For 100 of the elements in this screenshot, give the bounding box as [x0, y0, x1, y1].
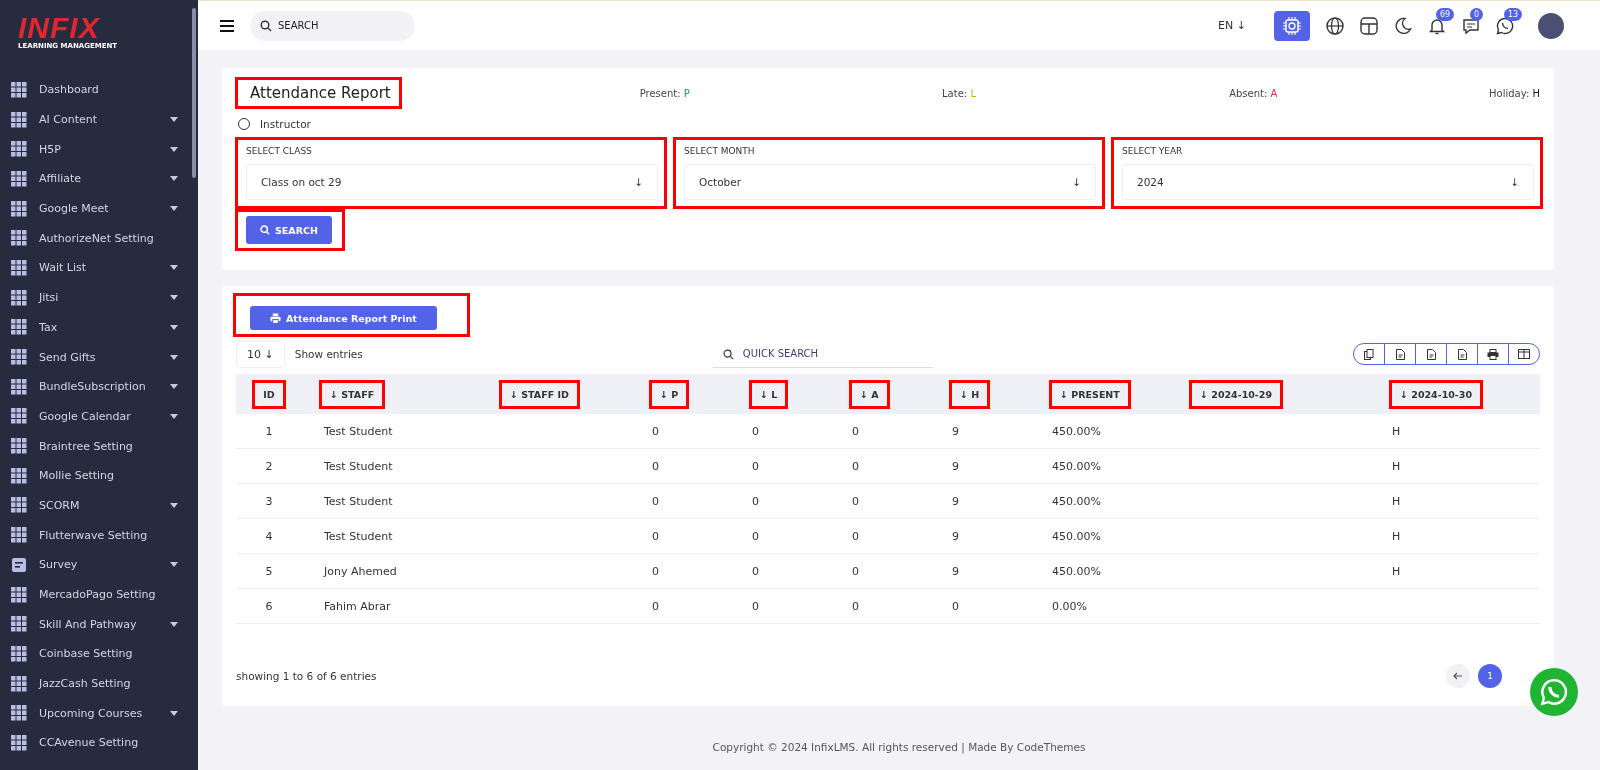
bell-icon[interactable]	[1428, 16, 1446, 35]
grid-icon	[11, 586, 27, 603]
column-header[interactable]: ↓ H	[952, 382, 988, 406]
caret-icon	[170, 354, 178, 360]
chat-icon[interactable]	[1462, 16, 1480, 35]
table-cell: 450.00%	[1052, 564, 1101, 578]
table-cell: Jony Ahemed	[324, 564, 397, 578]
page-button[interactable]: 1	[1478, 664, 1502, 688]
table-cell: 9	[952, 564, 959, 578]
dropdown-field[interactable]: 2024 ↓	[1122, 164, 1534, 200]
grid-icon	[11, 200, 27, 217]
table-cell: 6	[265, 599, 273, 613]
search-button[interactable]: SEARCH	[246, 216, 332, 244]
table-cell: 0	[752, 599, 759, 613]
caret-icon	[170, 295, 178, 301]
select-label: SELECT CLASS	[246, 146, 313, 156]
sidebar-item[interactable]: Flutterwave Setting	[0, 520, 198, 550]
column-header[interactable]: ↓ STAFF	[322, 382, 383, 406]
caret-icon	[170, 413, 178, 419]
table-cell: 2	[265, 459, 273, 473]
dropdown-field[interactable]: October ↓	[684, 164, 1096, 200]
show-entries-label: Show entries	[294, 348, 363, 360]
search-field[interactable]: SEARCH	[250, 10, 415, 41]
globe-icon[interactable]	[1326, 16, 1344, 35]
table-cell: 0	[752, 424, 759, 438]
sidebar-item[interactable]: BundleSubscription	[0, 371, 198, 402]
legend-label: Absent:	[1229, 87, 1269, 99]
sidebar-item[interactable]: Mollie Setting	[0, 460, 198, 491]
count-badge: 69	[1436, 7, 1455, 21]
column-header[interactable]: ↓ PRESENT	[1052, 382, 1128, 406]
grid-icon	[11, 170, 27, 187]
caret-icon	[170, 146, 178, 152]
table-cell: H	[1392, 494, 1401, 508]
sidebar-item[interactable]: MercadoPago Setting	[0, 579, 198, 610]
table-cell: Test Student	[324, 459, 393, 473]
chat-bubble-button[interactable]	[1530, 668, 1578, 716]
column-header[interactable]: ↓ 2024-10-29	[1192, 382, 1281, 406]
caret-icon	[170, 710, 178, 716]
legend-label: Present:	[639, 87, 682, 99]
grid-icon	[11, 349, 27, 366]
dropdown-field[interactable]: Class on oct 29 ↓	[246, 164, 658, 200]
grid-icon	[11, 497, 27, 514]
table-cell: Test Student	[324, 424, 393, 438]
sidebar-item[interactable]: Wait List	[0, 253, 198, 283]
column-header[interactable]: ↓ A	[852, 382, 887, 406]
table-cell: 0	[852, 459, 859, 473]
sidebar-item[interactable]: Jitsi	[0, 282, 198, 313]
table-cell: H	[1392, 529, 1401, 543]
grid-icon	[11, 230, 27, 247]
sidebar-item[interactable]: Tax	[0, 312, 198, 343]
table-cell: 0	[852, 564, 859, 578]
sidebar-item[interactable]: Dashboard	[0, 75, 198, 105]
grid-icon	[11, 438, 27, 455]
count-badge: 13	[1504, 7, 1523, 21]
menu-icon[interactable]	[220, 19, 234, 32]
avatar[interactable]	[1538, 12, 1564, 39]
caret-icon	[170, 621, 178, 627]
sidebar-item[interactable]: SCORM	[0, 490, 198, 521]
table-cell: 0.00%	[1052, 599, 1087, 613]
moon-icon[interactable]	[1394, 16, 1412, 35]
grid-icon	[11, 527, 27, 544]
sidebar-item[interactable]: AuthorizeNet Setting	[0, 223, 198, 254]
sidebar-item[interactable]: H5P	[0, 134, 198, 165]
sidebar-item[interactable]: Skill And Pathway	[0, 609, 198, 640]
sidebar-item[interactable]: Braintree Setting	[0, 431, 198, 461]
sidebar-item[interactable]: Send Gifts	[0, 342, 198, 372]
chip-icon[interactable]	[1274, 10, 1310, 41]
phone-bubble-icon[interactable]	[1496, 16, 1514, 35]
previous-page-icon[interactable]	[1446, 664, 1470, 688]
page-size-select[interactable]: 10 ↓	[236, 340, 285, 368]
sidebar-item[interactable]: Upcoming Courses	[0, 698, 198, 729]
sidebar-item[interactable]: CCAvenue Setting	[0, 728, 198, 758]
language-selector[interactable]: EN ↓	[1218, 19, 1246, 32]
column-header[interactable]: ↓ P	[652, 382, 687, 406]
sidebar-item[interactable]: Survey	[0, 550, 198, 580]
grid-icon	[11, 645, 27, 662]
sidebar-item[interactable]: JazzCash Setting	[0, 668, 198, 699]
print-button[interactable]: Attendance Report Print	[250, 306, 437, 330]
column-header[interactable]: ↓ L	[752, 382, 786, 406]
table-cell: 1	[265, 424, 273, 438]
table-cell: 0	[852, 494, 859, 508]
table-cell: 0	[952, 599, 959, 613]
table-cell: 0	[652, 599, 659, 613]
layout-icon[interactable]	[1360, 16, 1378, 35]
grid-icon	[11, 319, 27, 336]
sidebar-item[interactable]: Google Calendar	[0, 401, 198, 432]
table-cell: 0	[652, 529, 659, 543]
column-header[interactable]: ↓ 2024-10-30	[1392, 382, 1481, 406]
table-cell: 9	[952, 529, 959, 543]
grid-icon	[11, 81, 27, 98]
column-header[interactable]: ↓ STAFF ID	[502, 382, 577, 406]
sidebar-item[interactable]: Affiliate	[0, 164, 198, 194]
legend-label: Late:	[942, 87, 969, 99]
sidebar-item[interactable]: Coinbase Setting	[0, 639, 198, 669]
column-header[interactable]: ID	[255, 382, 283, 406]
sidebar-item[interactable]: Google Meet	[0, 193, 198, 224]
table-cell: Test Student	[324, 494, 393, 508]
select-label: SELECT MONTH	[684, 146, 756, 156]
grid-icon	[11, 378, 27, 395]
sidebar-item[interactable]: AI Content	[0, 104, 198, 135]
